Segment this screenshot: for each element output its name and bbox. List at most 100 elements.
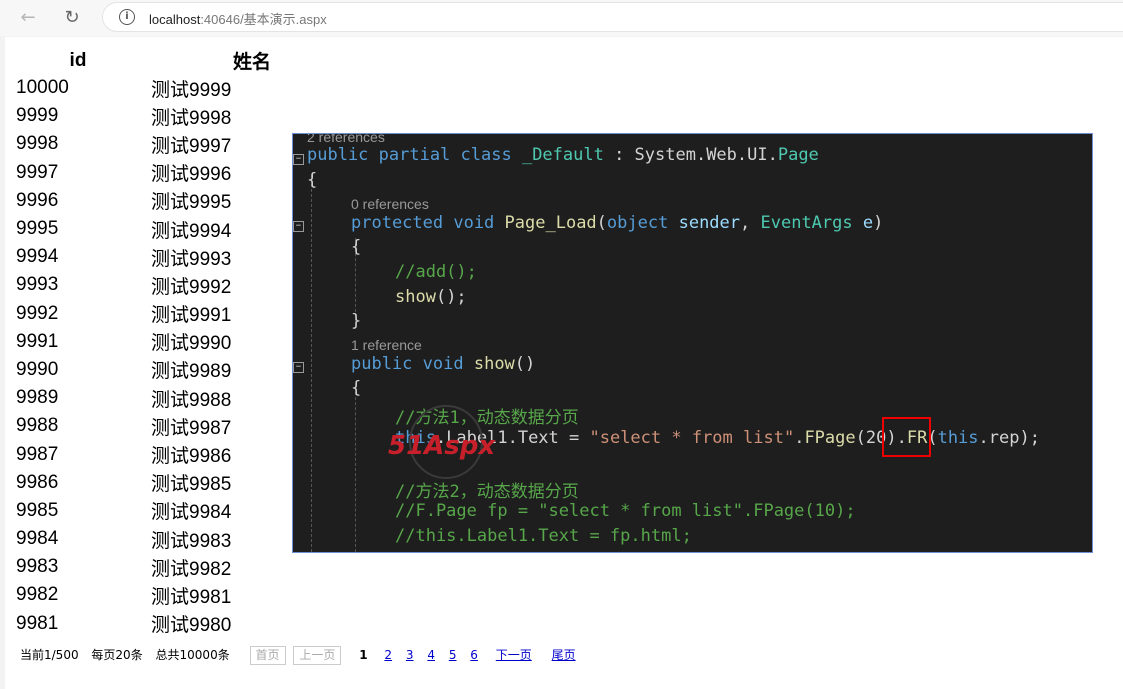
cell-id: 9984 [16, 528, 59, 550]
table-header-row: id 姓名 [5, 47, 271, 74]
cell-name: 测试9990 [151, 333, 232, 355]
browser-toolbar: ← ↻ i localhost:40646/基本演示.aspx [0, 0, 1123, 36]
table-row: 9991 测试9990 [5, 328, 271, 356]
watermark-logo: 51Aspx [388, 405, 496, 479]
table-row: 9981 测试9980 [5, 610, 271, 638]
cell-id: 9990 [16, 358, 59, 380]
cell-id: 9992 [16, 302, 59, 324]
code-line-brace: { [307, 170, 318, 190]
cell-id: 9988 [16, 415, 59, 437]
cell-id: 9985 [16, 499, 59, 521]
cell-id: 9986 [16, 471, 59, 493]
code-line-class: public partial class _Default : System.W… [307, 145, 819, 165]
code-line-comment-fp: //F.Page fp = "select * from list".FPage… [395, 501, 856, 521]
cell-id: 9996 [16, 189, 59, 211]
header-name: 姓名 [232, 52, 271, 73]
code-editor-overlay: 2 references − public partial class _Def… [292, 133, 1093, 553]
cell-name: 测试9983 [151, 530, 232, 552]
page-link-6[interactable]: 6 [470, 648, 478, 662]
cell-name: 测试9987 [151, 417, 232, 439]
header-id: id [69, 49, 87, 71]
cell-id: 9982 [16, 584, 59, 606]
cell-name: 测试9982 [151, 558, 232, 580]
data-grid: id 姓名 10000 测试9999 9999 测试9998 9998 测试9997 999… [5, 47, 271, 638]
table-row: 9986 测试9985 [5, 469, 271, 497]
page-link-2[interactable]: 2 [384, 648, 392, 662]
cell-name: 测试9996 [151, 164, 232, 186]
highlight-box [882, 417, 931, 457]
next-page-link[interactable]: 下一页 [496, 648, 532, 662]
cell-id: 9983 [16, 556, 59, 578]
last-page-link[interactable]: 尾页 [552, 648, 576, 662]
table-row: 9989 测试9988 [5, 384, 271, 412]
page-1: 1 [359, 648, 368, 662]
table-row: 9990 测试9989 [5, 356, 271, 384]
table-row: 9988 测试9987 [5, 412, 271, 440]
cell-name: 测试9993 [151, 248, 232, 270]
pager-per-page: 每页20条 [91, 648, 143, 662]
cell-name: 测试9980 [151, 615, 232, 637]
page-link-4[interactable]: 4 [427, 648, 435, 662]
table-row: 9995 测试9994 [5, 215, 271, 243]
table-row: 9994 测试9993 [5, 243, 271, 271]
cell-id: 9993 [16, 274, 59, 296]
code-line-brace: { [351, 378, 362, 398]
cell-id: 9981 [16, 612, 59, 634]
code-line-comment-label: //this.Label1.Text = fp.html; [395, 526, 692, 546]
table-row: 9996 测试9995 [5, 187, 271, 215]
code-lens-load[interactable]: 0 references [351, 196, 429, 212]
cell-id: 9998 [16, 133, 59, 155]
cell-name: 测试9984 [151, 502, 232, 524]
fold-toggle-icon[interactable]: − [293, 154, 304, 165]
prev-page-button[interactable]: 上一页 [293, 646, 342, 665]
cell-id: 9991 [16, 330, 59, 352]
indent-guide [311, 174, 312, 552]
table-row: 9983 测试9982 [5, 553, 271, 581]
table-row: 9993 测试9992 [5, 271, 271, 299]
code-line-page-load: protected void Page_Load(object sender, … [351, 213, 884, 233]
code-line-show-call: show(); [395, 287, 467, 307]
code-line-show-def: public void show() [351, 354, 536, 374]
cell-name: 测试9988 [151, 389, 232, 411]
info-icon[interactable]: i [119, 9, 135, 25]
cell-name: 测试9985 [151, 474, 232, 496]
cell-id: 9999 [16, 105, 59, 127]
back-arrow-icon[interactable]: ← [16, 6, 40, 30]
first-page-button[interactable]: 首页 [249, 646, 286, 665]
cell-id: 9994 [16, 246, 59, 268]
pager: 当前1/500 每页20条 总共10000条 首页 上一页 1 2 3 4 5 … [20, 646, 586, 665]
code-lens-class[interactable]: 2 references [307, 134, 385, 145]
cell-id: 9989 [16, 387, 59, 409]
table-row: 9998 测试9997 [5, 130, 271, 158]
cell-name: 测试9994 [151, 220, 232, 242]
cell-name: 测试9992 [151, 276, 232, 298]
svg-text:51Aspx: 51Aspx [388, 431, 496, 461]
indent-guide [355, 387, 356, 552]
cell-id: 9987 [16, 443, 59, 465]
cell-name: 测试9997 [151, 135, 232, 157]
table-row: 9984 测试9983 [5, 525, 271, 553]
table-row: 9985 测试9984 [5, 497, 271, 525]
page-link-3[interactable]: 3 [406, 648, 414, 662]
cell-id: 9997 [16, 161, 59, 183]
fold-toggle-icon[interactable]: − [293, 362, 304, 373]
cell-name: 测试9998 [151, 107, 232, 129]
reload-icon[interactable]: ↻ [60, 6, 84, 30]
code-lens-show[interactable]: 1 reference [351, 337, 422, 353]
table-row: 9992 测试9991 [5, 300, 271, 328]
table-row: 9999 测试9998 [5, 102, 271, 130]
cell-id: 9995 [16, 218, 59, 240]
table-row: 10000 测试9999 [5, 74, 271, 102]
cell-name: 测试9999 [151, 79, 232, 101]
code-line-brace: { [351, 237, 362, 257]
cell-name: 测试9989 [151, 361, 232, 383]
table-row: 9987 测试9986 [5, 440, 271, 468]
pager-total: 总共10000条 [155, 648, 230, 662]
cell-name: 测试9981 [151, 586, 232, 608]
fold-toggle-icon[interactable]: − [293, 221, 304, 232]
url-text[interactable]: localhost:40646/基本演示.aspx [149, 9, 327, 28]
cell-name: 测试9986 [151, 446, 232, 468]
page-link-5[interactable]: 5 [449, 648, 457, 662]
pager-current: 当前1/500 [20, 648, 79, 662]
address-bar[interactable]: i localhost:40646/基本演示.aspx [102, 2, 1123, 32]
